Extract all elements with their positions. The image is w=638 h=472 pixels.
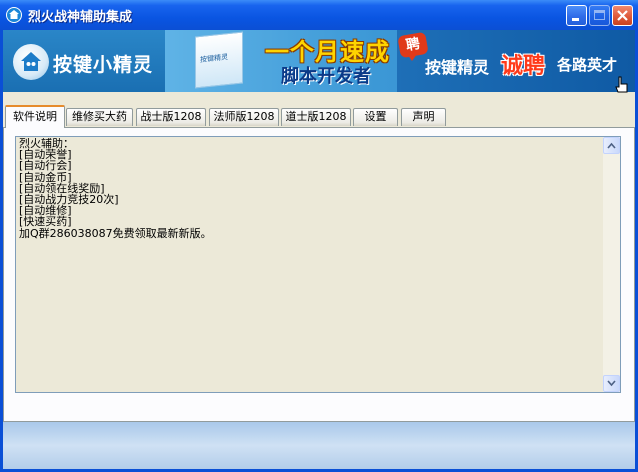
chevron-up-icon — [607, 142, 616, 149]
tab-warrior-1208[interactable]: 战士版1208 — [136, 108, 206, 126]
ad-recruit-panel: 聘 按键精灵 诚聘 各路英才 — [397, 30, 635, 92]
tab-statement[interactable]: 声明 — [401, 108, 446, 126]
description-line: [自动维修] — [19, 204, 72, 218]
ad-recruit: 诚聘 — [501, 54, 546, 79]
description-line: [快速买药] — [19, 215, 72, 229]
ad-brand: 按键精灵 — [425, 58, 490, 77]
ad-subline: 脚本开发者 — [281, 66, 371, 87]
logo-icon — [13, 44, 49, 80]
title-bar[interactable]: 烈火战神辅助集成 — [0, 0, 638, 30]
footer-bar — [3, 422, 635, 469]
description-textarea[interactable]: 烈火辅助： [自动荣誉] [自动行会] [自动金币] [自动领在线奖励] [自动… — [15, 136, 621, 393]
client-area: 按键小精灵 按键精灵 一个月速成 脚本开发者 聘 按键精灵 诚聘 各路英才 软件… — [3, 30, 635, 469]
scroll-up-button[interactable] — [603, 137, 620, 154]
tab-taoist-1208[interactable]: 道士版1208 — [281, 108, 351, 126]
ad-product-box: 按键精灵 — [195, 31, 243, 89]
tab-software-info[interactable]: 软件说明 — [5, 105, 65, 128]
description-line: 加Q群286038087免费领取最新新版。 — [19, 226, 212, 240]
ad-banner[interactable]: 按键精灵 一个月速成 脚本开发者 聘 按键精灵 诚聘 各路英才 — [165, 30, 635, 92]
close-icon — [617, 10, 628, 21]
description-line: [自动行会] — [19, 159, 72, 173]
description-line: 烈火辅助： — [19, 138, 74, 150]
tab-settings[interactable]: 设置 — [353, 108, 398, 126]
description-line: [自动金币] — [19, 170, 72, 184]
description-text: 烈火辅助： [自动荣誉] [自动行会] [自动金币] [自动领在线奖励] [自动… — [19, 138, 597, 391]
vertical-scrollbar[interactable] — [603, 137, 620, 392]
hand-cursor-icon — [615, 76, 628, 93]
tab-strip: 软件说明 维修买大药 战士版1208 法师版1208 道士版1208 设置 声明 — [3, 105, 635, 128]
maximize-icon — [594, 10, 605, 20]
main-window: 烈火战神辅助集成 按键小精灵 按键精灵 一个月速成 脚本开发者 聘 按键精灵 诚… — [0, 0, 638, 472]
scroll-down-button[interactable] — [603, 375, 620, 392]
tab-mage-1208[interactable]: 法师版1208 — [209, 108, 279, 126]
app-icon — [6, 7, 22, 23]
chevron-down-icon — [607, 380, 616, 387]
banner: 按键小精灵 按键精灵 一个月速成 脚本开发者 聘 按键精灵 诚聘 各路英才 — [3, 30, 635, 93]
logo-text: 按键小精灵 — [53, 54, 154, 76]
description-line: [自动荣誉] — [19, 148, 72, 162]
description-line: [自动战力竞技20次] — [19, 193, 119, 207]
tab-repair-buy-potions[interactable]: 维修买大药 — [66, 108, 133, 126]
minimize-icon — [572, 18, 579, 21]
minimize-button[interactable] — [566, 5, 587, 26]
maximize-button[interactable] — [589, 5, 610, 26]
window-title: 烈火战神辅助集成 — [28, 10, 133, 25]
close-button[interactable] — [612, 5, 633, 26]
ad-talent: 各路英才 — [557, 56, 618, 74]
ad-box-label: 按键精灵 — [200, 53, 228, 64]
